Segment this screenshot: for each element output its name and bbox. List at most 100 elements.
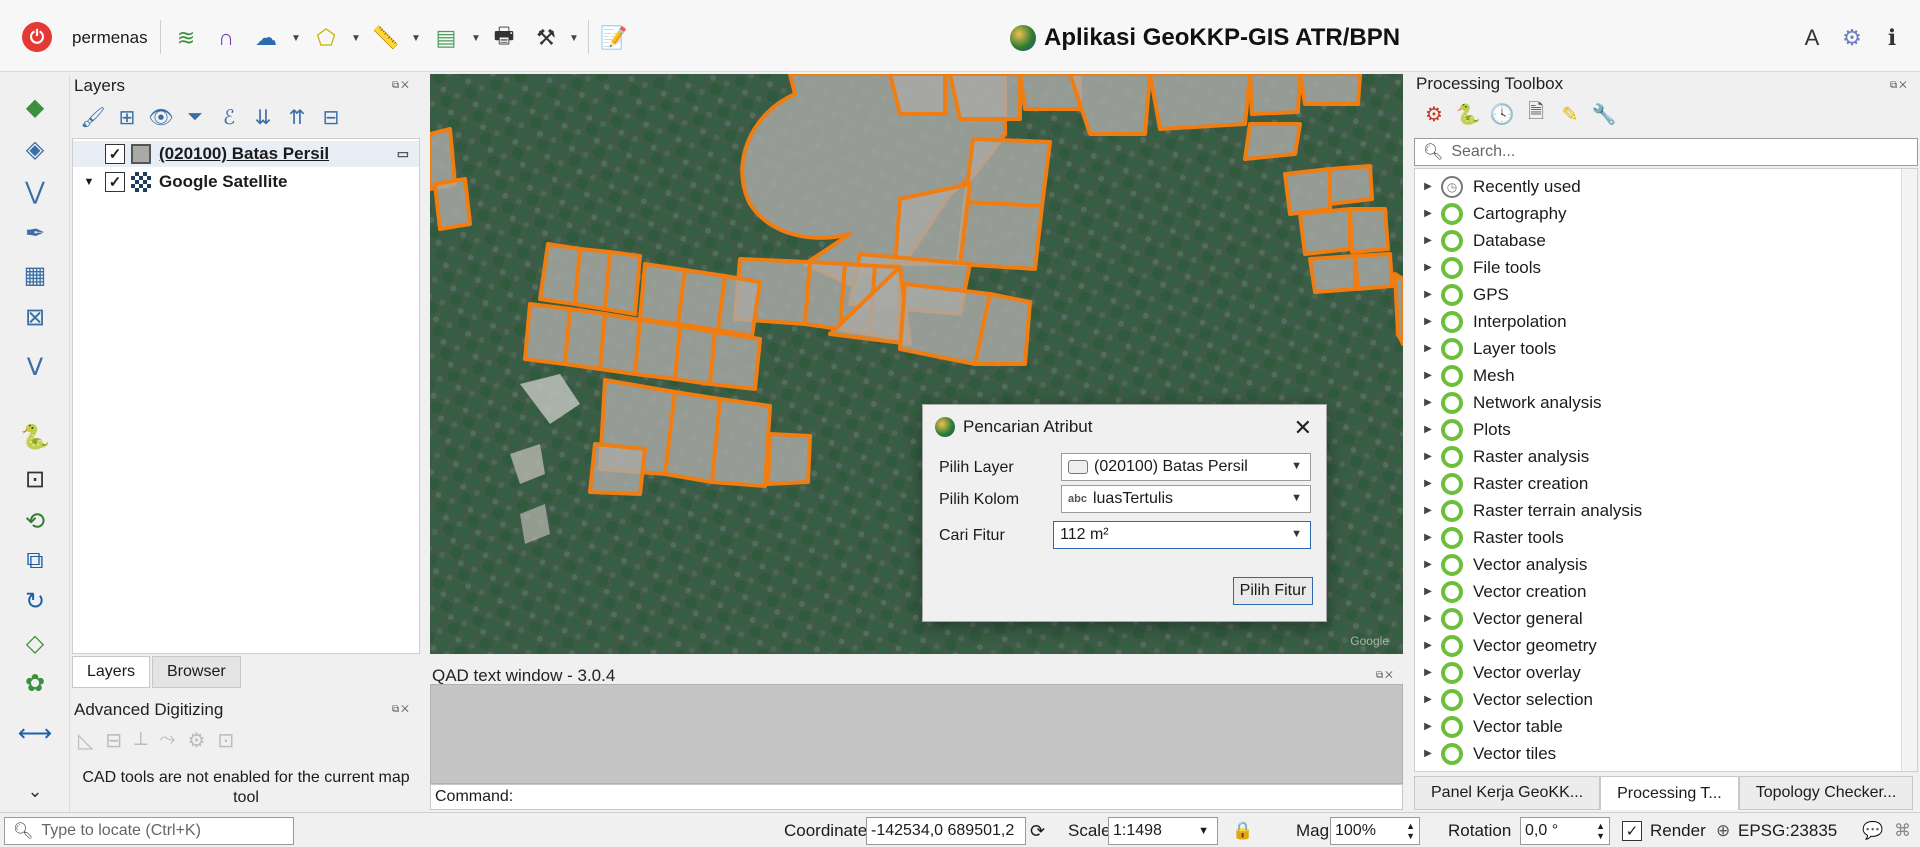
tab-browser[interactable]: Browser bbox=[152, 656, 241, 688]
processing-search[interactable]: 🔍︎ Search... bbox=[1414, 138, 1918, 166]
hammer-icon[interactable]: ⚒ bbox=[530, 22, 562, 54]
crs-label[interactable]: EPSG:23835 bbox=[1738, 821, 1837, 841]
chevron-down-icon[interactable]: ▼ bbox=[290, 32, 302, 44]
python-icon[interactable]: 🐍 bbox=[1454, 100, 1482, 128]
expand-arrow-icon[interactable]: ▶ bbox=[1415, 289, 1441, 300]
panel-float-close-buttons[interactable]: ⧉✕ bbox=[1376, 670, 1395, 681]
qad-command-line[interactable]: Command: bbox=[430, 784, 1403, 810]
layer-indicator-icon[interactable]: ▭ bbox=[397, 146, 409, 162]
processing-item[interactable]: ▶ Raster analysis bbox=[1415, 443, 1589, 470]
options-wrench-icon[interactable]: 🔧 bbox=[1590, 100, 1618, 128]
expand-arrow-icon[interactable]: ▶ bbox=[1415, 694, 1441, 705]
measure-icon[interactable]: ⟷ bbox=[18, 716, 52, 750]
expression-filter-icon[interactable]: ℰ bbox=[214, 102, 244, 132]
add-vector-layer-icon[interactable]: ◆ bbox=[18, 90, 52, 124]
locator-input[interactable]: 🔍︎ Type to locate (Ctrl+K) bbox=[4, 817, 294, 845]
python-icon[interactable]: 🐍 bbox=[18, 420, 52, 454]
georeferencer-icon[interactable]: ⊡ bbox=[18, 462, 52, 496]
chevron-down-icon[interactable]: ▼ bbox=[1291, 492, 1302, 504]
polygon-icon[interactable]: ⬠ bbox=[310, 22, 342, 54]
close-icon[interactable]: ✕ bbox=[1294, 415, 1312, 441]
power-icon[interactable]: ⏻ bbox=[22, 22, 52, 52]
search-feature-combo[interactable]: 112 m² ▼ bbox=[1053, 521, 1311, 549]
processing-item[interactable]: ▶ ◷ Recently used bbox=[1415, 173, 1581, 200]
layer-stack-icon[interactable]: ≋ bbox=[170, 22, 202, 54]
processing-item[interactable]: ▶ Cartography bbox=[1415, 200, 1567, 227]
chevron-down-icon[interactable]: ▼ bbox=[1198, 825, 1209, 837]
lock-icon[interactable]: 🔒 bbox=[1232, 821, 1253, 841]
processing-item[interactable]: ▶ Interpolation bbox=[1415, 308, 1567, 335]
chevron-down-icon[interactable]: ▼ bbox=[568, 32, 580, 44]
layer-item-google-satellite[interactable]: ▼ ✓ Google Satellite bbox=[73, 169, 419, 195]
processing-item[interactable]: ▶ Vector table bbox=[1415, 713, 1563, 740]
models-gear-icon[interactable]: ⚙ bbox=[1420, 100, 1448, 128]
magnifier-field[interactable]: 100% ▲ ▼ bbox=[1330, 817, 1420, 845]
spin-arrows-icon[interactable]: ▲ ▼ bbox=[1406, 821, 1415, 841]
add-line-icon[interactable]: ⋁ bbox=[18, 174, 52, 208]
chevron-down-icon[interactable]: ▼ bbox=[470, 32, 482, 44]
processing-item[interactable]: ▶ Vector tiles bbox=[1415, 740, 1556, 767]
chevron-down-icon[interactable]: ▼ bbox=[410, 32, 422, 44]
help-icon[interactable]: ℹ bbox=[1876, 22, 1908, 54]
processing-item[interactable]: ▶ Vector general bbox=[1415, 605, 1583, 632]
filter-icon[interactable]: ⏷ bbox=[180, 102, 210, 132]
processing-item[interactable]: ▶ Vector creation bbox=[1415, 578, 1586, 605]
expand-arrow-icon[interactable]: ▶ bbox=[1415, 721, 1441, 732]
remove-layer-icon[interactable]: ⊟ bbox=[316, 102, 346, 132]
add-group-icon[interactable]: ⊞ bbox=[112, 102, 142, 132]
select-column-combo[interactable]: abc luasTertulis ▼ bbox=[1061, 485, 1311, 513]
expand-arrow-icon[interactable]: ▶ bbox=[1415, 640, 1441, 651]
search-feature-value[interactable]: 112 m² bbox=[1060, 526, 1109, 544]
processing-item[interactable]: ▶ Vector overlay bbox=[1415, 659, 1581, 686]
expand-arrow-icon[interactable]: ▶ bbox=[1415, 505, 1441, 516]
tab-panel-kerja[interactable]: Panel Kerja GeoKK... bbox=[1414, 776, 1601, 810]
style-manager-icon[interactable]: 🖌 bbox=[78, 102, 108, 132]
processing-item[interactable]: ▶ Raster creation bbox=[1415, 470, 1588, 497]
expand-arrow-icon[interactable]: ▶ bbox=[1415, 748, 1441, 759]
vscode-icon[interactable]: ⧉ bbox=[18, 544, 52, 578]
render-checkbox[interactable]: ✓ bbox=[1622, 821, 1642, 841]
processing-item[interactable]: ▶ Raster tools bbox=[1415, 524, 1564, 551]
layer-visibility-checkbox[interactable]: ✓ bbox=[105, 172, 125, 192]
expand-arrow-icon[interactable]: ▶ bbox=[1415, 559, 1441, 570]
select-layer-combo[interactable]: (020100) Batas Persil ▼ bbox=[1061, 453, 1311, 481]
panel-float-close-buttons[interactable]: ⧉✕ bbox=[392, 704, 411, 715]
text-annotation-icon[interactable]: A bbox=[1796, 22, 1828, 54]
crs-globe-icon[interactable]: ⊕ bbox=[1716, 821, 1730, 841]
layer-item-batas-persil[interactable]: ✓ (020100) Batas Persil ▭ bbox=[73, 141, 419, 167]
processing-item[interactable]: ▶ Mesh bbox=[1415, 362, 1515, 389]
add-grid-icon[interactable]: ▦ bbox=[18, 258, 52, 292]
coordinate-field[interactable]: -142534,0 689501,2 bbox=[866, 817, 1026, 845]
processing-scrollbar[interactable] bbox=[1901, 169, 1917, 771]
collapse-all-icon[interactable]: ⇈ bbox=[282, 102, 312, 132]
expand-arrow-icon[interactable]: ▶ bbox=[1415, 586, 1441, 597]
expand-arrow-icon[interactable]: ▶ bbox=[1415, 667, 1441, 678]
visibility-eye-icon[interactable]: 👁 bbox=[146, 102, 176, 132]
processing-item[interactable]: ▶ Vector geometry bbox=[1415, 632, 1597, 659]
expand-arrow-icon[interactable]: ▶ bbox=[1415, 262, 1441, 273]
processing-item[interactable]: ▶ File tools bbox=[1415, 254, 1541, 281]
cloud-download-icon[interactable]: ☁ bbox=[250, 22, 282, 54]
qad-text-area[interactable] bbox=[430, 684, 1403, 784]
chevron-down-icon[interactable]: ▼ bbox=[1291, 528, 1302, 540]
add-raster-layer-icon[interactable]: ◈ bbox=[18, 132, 52, 166]
processing-item[interactable]: ▶ Raster terrain analysis bbox=[1415, 497, 1642, 524]
expand-arrow-icon[interactable]: ▶ bbox=[1415, 397, 1441, 408]
processing-item[interactable]: ▶ Vector selection bbox=[1415, 686, 1593, 713]
expand-arrow-icon[interactable]: ▶ bbox=[1415, 235, 1441, 246]
processing-item[interactable]: ▶ Vector analysis bbox=[1415, 551, 1587, 578]
message-icon[interactable]: 💬 bbox=[1862, 821, 1883, 841]
expand-arrow-icon[interactable]: ▶ bbox=[1415, 451, 1441, 462]
ruler-icon[interactable]: 📏 bbox=[370, 22, 402, 54]
expand-all-icon[interactable]: ⇊ bbox=[248, 102, 278, 132]
add-virtual-layer-icon[interactable]: Ⅴ bbox=[18, 350, 52, 384]
expand-toolbar-icon[interactable]: ⌄ bbox=[18, 774, 52, 808]
settings-gear-icon[interactable]: ⚙ bbox=[1836, 22, 1868, 54]
select-feature-button[interactable]: Pilih Fitur bbox=[1233, 577, 1313, 605]
rotation-field[interactable]: 0,0 ° ▲ ▼ bbox=[1520, 817, 1610, 845]
tab-layers[interactable]: Layers bbox=[72, 656, 151, 688]
expand-arrow-icon[interactable]: ▶ bbox=[1415, 316, 1441, 327]
processing-item[interactable]: ▶ Database bbox=[1415, 227, 1546, 254]
history-clock-icon[interactable]: 🕓 bbox=[1488, 100, 1516, 128]
expand-arrow-icon[interactable]: ▶ bbox=[1415, 181, 1441, 192]
